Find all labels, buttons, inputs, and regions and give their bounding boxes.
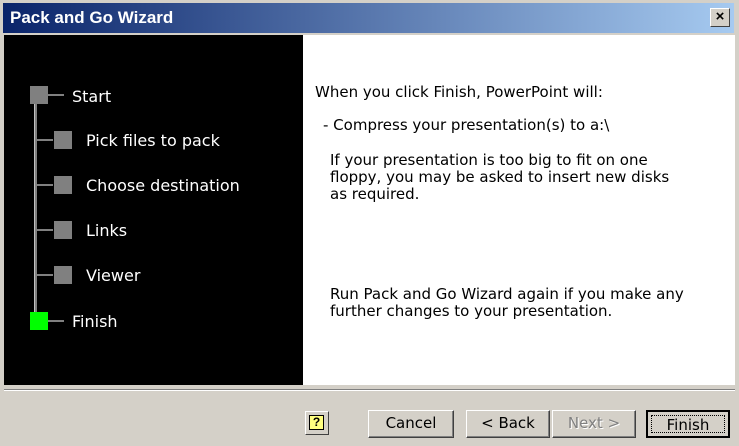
finish-label: Finish [651, 415, 725, 434]
step-marker-viewer [54, 266, 72, 284]
step-marker-destination [54, 176, 72, 194]
step-choose-destination: Choose destination [86, 176, 240, 195]
step-connector [48, 94, 64, 96]
floppy-text: If your presentation is too big to fit o… [330, 151, 670, 203]
finish-button[interactable]: Finish [646, 410, 730, 438]
title-bar[interactable]: Pack and Go Wizard × [3, 3, 734, 33]
divider-highlight [4, 390, 735, 391]
compress-text: - Compress your presentation(s) to a:\ [323, 116, 610, 134]
window-title: Pack and Go Wizard [10, 8, 174, 27]
rerun-text: Run Pack and Go Wizard again if you make… [330, 285, 684, 320]
next-button[interactable]: Next > [552, 410, 636, 438]
step-marker-start [30, 86, 48, 104]
step-track [34, 95, 37, 319]
cancel-label: Cancel [385, 414, 437, 432]
step-marker-pick-files [54, 131, 72, 149]
step-connector [48, 320, 64, 322]
step-start: Start [72, 87, 112, 106]
close-icon: × [715, 8, 725, 25]
back-button[interactable]: < Back [466, 410, 550, 438]
step-connector [37, 274, 53, 276]
cancel-button[interactable]: Cancel [368, 410, 454, 438]
step-connector [37, 139, 53, 141]
back-label: < Back [481, 414, 535, 432]
help-button[interactable]: ? [305, 411, 329, 435]
step-finish: Finish [72, 312, 118, 331]
step-connector [37, 184, 53, 186]
step-links: Links [86, 221, 128, 240]
close-button[interactable]: × [710, 8, 730, 27]
wizard-window: Pack and Go Wizard × Start Pick files to… [0, 0, 739, 446]
step-marker-links [54, 221, 72, 239]
step-viewer: Viewer [86, 266, 141, 285]
step-marker-finish [30, 312, 48, 330]
help-icon: ? [309, 415, 324, 430]
next-label: Next > [567, 414, 621, 432]
step-pick-files: Pick files to pack [86, 131, 220, 150]
step-connector [37, 229, 53, 231]
steps-panel: Start Pick files to pack Choose destinat… [4, 35, 303, 385]
finish-intro-text: When you click Finish, PowerPoint will: [315, 83, 603, 101]
